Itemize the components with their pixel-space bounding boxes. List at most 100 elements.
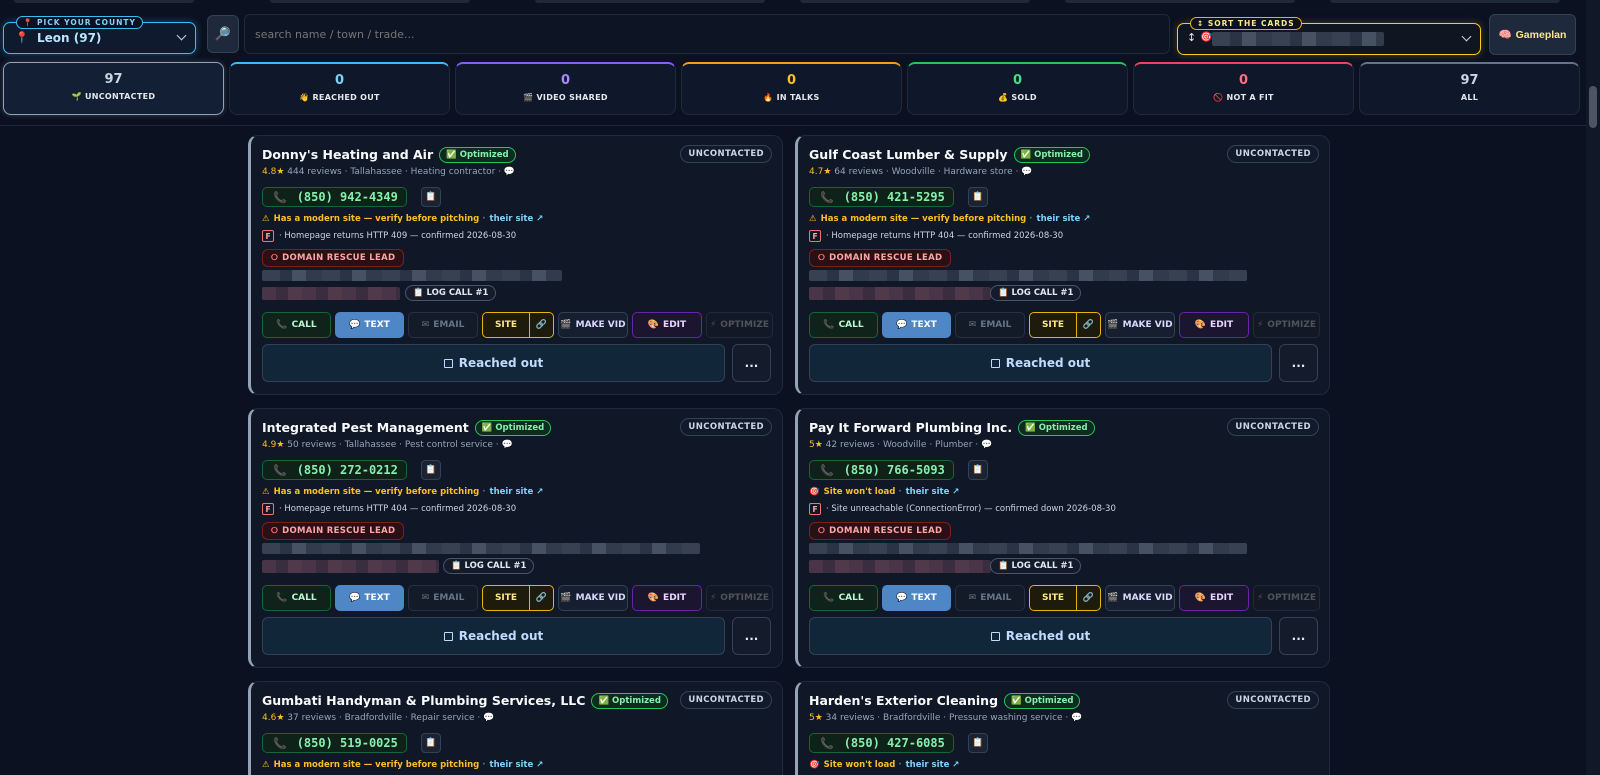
lead-card[interactable]: Gumbati Handyman & Plumbing Services, LL… <box>248 681 783 775</box>
grade-text: · Homepage returns HTTP 404 — confirmed … <box>279 504 517 514</box>
make-vid-button[interactable]: 🎬 MAKE VID <box>558 312 628 338</box>
phone-number[interactable]: 📞 (850) 427-6085 <box>809 733 954 753</box>
edit-button[interactable]: 🎨 EDIT <box>632 585 702 611</box>
reached-out-button[interactable]: Reached out <box>809 617 1272 655</box>
lead-card[interactable]: Gulf Coast Lumber & Supply ✅ Optimized UNCO… <box>795 135 1330 395</box>
copy-phone-button[interactable]: 📋 <box>967 733 988 753</box>
link-icon[interactable]: 🔗 <box>1076 313 1100 337</box>
search-icon[interactable]: 🔎 <box>207 15 239 53</box>
more-button[interactable]: ... <box>732 344 771 382</box>
business-name[interactable]: Gulf Coast Lumber & Supply ✅ Optimized <box>809 147 1090 163</box>
lead-card[interactable]: Pay It Forward Plumbing Inc. ✅ Optimized UN… <box>795 408 1330 668</box>
edit-button[interactable]: 🎨 EDIT <box>1179 312 1249 338</box>
stat-tab-not-a-fit[interactable]: 0 🚫 NOT A FIT <box>1133 62 1354 115</box>
optimize-button[interactable]: ⚡ OPTIMIZE <box>706 585 773 611</box>
their-site-link[interactable]: their site ↗ <box>490 760 544 770</box>
reached-out-button[interactable]: Reached out <box>262 617 725 655</box>
business-name[interactable]: Integrated Pest Management ✅ Optimized <box>262 420 552 436</box>
email-button[interactable]: ✉ EMAIL <box>955 312 1025 338</box>
text-button[interactable]: 💬 TEXT <box>335 312 404 338</box>
optimize-label: OPTIMIZE <box>720 320 770 330</box>
call-button[interactable]: 📞 CALL <box>809 585 878 611</box>
site-button[interactable]: SITE 🔗 <box>1029 312 1101 338</box>
their-site-link[interactable]: their site ↗ <box>906 760 960 770</box>
stat-icon: 👋 <box>299 93 310 102</box>
edit-button[interactable]: 🎨 EDIT <box>632 312 702 338</box>
text-button[interactable]: 💬 TEXT <box>335 585 404 611</box>
more-button[interactable]: ... <box>1279 344 1318 382</box>
business-name[interactable]: Gumbati Handyman & Plumbing Services, LL… <box>262 693 668 709</box>
business-name[interactable]: Donny's Heating and Air ✅ Optimized <box>262 147 516 163</box>
search-input[interactable] <box>244 14 1170 54</box>
link-icon[interactable]: 🔗 <box>529 586 553 610</box>
text-button[interactable]: 💬 TEXT <box>882 312 951 338</box>
link-icon[interactable]: 🔗 <box>529 313 553 337</box>
copy-phone-button[interactable]: 📋 <box>967 187 988 207</box>
scrollbar[interactable] <box>1586 0 1600 775</box>
their-site-link[interactable]: their site ↗ <box>490 214 544 224</box>
scrollbar-thumb[interactable] <box>1589 86 1597 128</box>
stat-tab-reached-out[interactable]: 0 👋 REACHED OUT <box>229 62 450 115</box>
domain-rescue-badge: ⭘ DOMAIN RESCUE LEAD <box>809 522 952 540</box>
reached-out-button[interactable]: Reached out <box>809 344 1272 382</box>
copy-phone-button[interactable]: 📋 <box>967 460 988 480</box>
business-name[interactable]: Harden's Exterior Cleaning ✅ Optimized <box>809 693 1081 709</box>
stat-tab-uncontacted[interactable]: 97 🌱 UNCONTACTED <box>3 62 224 115</box>
county-select[interactable]: 📍 PICK YOUR COUNTY 📍 Leon (97) <box>3 16 196 54</box>
phone-number[interactable]: 📞 (850) 942-4349 <box>262 187 407 207</box>
more-button[interactable]: ... <box>1279 617 1318 655</box>
gameplan-button[interactable]: 🧠 Gameplan <box>1489 14 1576 55</box>
optimized-badge: ✅ Optimized <box>474 420 552 436</box>
optimized-label: Optimized <box>1034 150 1083 160</box>
copy-phone-button[interactable]: 📋 <box>420 460 441 480</box>
log-call-button[interactable]: 📋 LOG CALL #1 <box>990 558 1082 574</box>
optimize-button[interactable]: ⚡ OPTIMIZE <box>706 312 773 338</box>
phone-number[interactable]: 📞 (850) 421-5295 <box>809 187 954 207</box>
lifebuoy-icon: ⭘ <box>818 526 826 536</box>
phone-number[interactable]: 📞 (850) 272-0212 <box>262 460 407 480</box>
copy-phone-button[interactable]: 📋 <box>420 187 441 207</box>
lead-card[interactable]: Harden's Exterior Cleaning ✅ Optimized UNCO… <box>795 681 1330 775</box>
site-button[interactable]: SITE 🔗 <box>482 585 554 611</box>
make-vid-button[interactable]: 🎬 MAKE VID <box>1105 585 1175 611</box>
chat-icon: 💬 <box>349 593 361 603</box>
reached-out-button[interactable]: Reached out <box>262 344 725 382</box>
phone-text: (850) 766-5093 <box>843 463 945 477</box>
business-name[interactable]: Pay It Forward Plumbing Inc. ✅ Optimized <box>809 420 1095 436</box>
log-call-button[interactable]: 📋 LOG CALL #1 <box>443 558 535 574</box>
text-button[interactable]: 💬 TEXT <box>882 585 951 611</box>
stat-tab-in-talks[interactable]: 0 🔥 IN TALKS <box>681 62 902 115</box>
stat-tab-all[interactable]: 97 ALL <box>1359 62 1580 115</box>
optimize-button[interactable]: ⚡ OPTIMIZE <box>1253 312 1320 338</box>
lead-card[interactable]: Integrated Pest Management ✅ Optimized UNCO… <box>248 408 783 668</box>
lifebuoy-icon: ⭘ <box>271 526 279 536</box>
email-button[interactable]: ✉ EMAIL <box>408 585 478 611</box>
link-icon[interactable]: 🔗 <box>1076 586 1100 610</box>
their-site-link[interactable]: their site ↗ <box>490 487 544 497</box>
phone-number[interactable]: 📞 (850) 766-5093 <box>809 460 954 480</box>
log-call-button[interactable]: 📋 LOG CALL #1 <box>405 285 497 301</box>
sort-select[interactable]: ↕ SORT THE CARDS ↕ 🎯 <box>1177 17 1481 55</box>
call-button[interactable]: 📞 CALL <box>809 312 878 338</box>
email-button[interactable]: ✉ EMAIL <box>955 585 1025 611</box>
log-call-button[interactable]: 📋 LOG CALL #1 <box>990 285 1082 301</box>
make-vid-button[interactable]: 🎬 MAKE VID <box>1105 312 1175 338</box>
optimize-button[interactable]: ⚡ OPTIMIZE <box>1253 585 1320 611</box>
site-label: SITE <box>494 593 518 603</box>
make-vid-button[interactable]: 🎬 MAKE VID <box>558 585 628 611</box>
copy-phone-button[interactable]: 📋 <box>420 733 441 753</box>
call-button[interactable]: 📞 CALL <box>262 585 331 611</box>
email-button[interactable]: ✉ EMAIL <box>408 312 478 338</box>
phone-number[interactable]: 📞 (850) 519-0025 <box>262 733 407 753</box>
site-button[interactable]: SITE 🔗 <box>482 312 554 338</box>
their-site-link[interactable]: their site ↗ <box>906 487 960 497</box>
site-button[interactable]: SITE 🔗 <box>1029 585 1101 611</box>
call-button[interactable]: 📞 CALL <box>262 312 331 338</box>
header-divider <box>0 125 1586 126</box>
lead-card[interactable]: Donny's Heating and Air ✅ Optimized UNCONTA… <box>248 135 783 395</box>
their-site-link[interactable]: their site ↗ <box>1037 214 1091 224</box>
more-button[interactable]: ... <box>732 617 771 655</box>
stat-tab-video-shared[interactable]: 0 🎬 VIDEO SHARED <box>455 62 676 115</box>
edit-button[interactable]: 🎨 EDIT <box>1179 585 1249 611</box>
stat-tab-sold[interactable]: 0 💰 SOLD <box>907 62 1128 115</box>
